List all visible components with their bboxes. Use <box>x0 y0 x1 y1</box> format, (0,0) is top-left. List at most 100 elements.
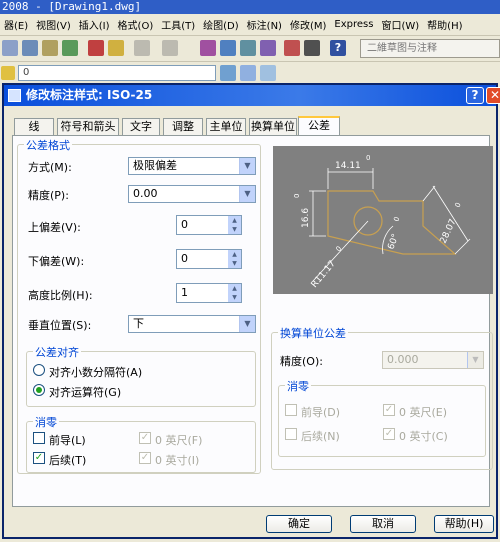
tolerance-alignment-group: 公差对齐 对齐小数分隔符(A) 对齐运算符(G) <box>26 344 256 407</box>
vertical-position-value: 下 <box>133 317 144 330</box>
height-scale-input[interactable]: 1 ▲ ▼ <box>176 283 242 303</box>
cancel-button[interactable]: 取消 <box>350 515 416 533</box>
spin-down-icon[interactable]: ▼ <box>228 225 241 234</box>
dim-radius-text: R11.17 <box>310 259 338 290</box>
tolerance-alignment-title: 公差对齐 <box>33 344 81 360</box>
menu-format[interactable]: 格式(O) <box>114 17 158 32</box>
plot-preview-icon[interactable] <box>42 40 58 56</box>
properties-icon[interactable] <box>220 40 236 56</box>
spin-up-icon[interactable]: ▲ <box>228 284 241 293</box>
tab-text[interactable]: 文字 <box>122 118 160 135</box>
spin-up-icon[interactable]: ▲ <box>228 250 241 259</box>
align-operator-radio[interactable] <box>33 384 45 396</box>
cut-icon[interactable] <box>88 40 104 56</box>
publish-icon[interactable] <box>62 40 78 56</box>
dialog-title-bar[interactable]: 修改标注样式: ISO-25 ? ✕ <box>4 85 500 106</box>
menu-draw[interactable]: 绘图(D) <box>199 17 243 32</box>
alt-feet-checkbox: ✓ <box>383 404 395 416</box>
menu-insert[interactable]: 插入(I) <box>75 17 114 32</box>
spin-down-icon[interactable]: ▼ <box>228 293 241 302</box>
layer-value: 0 <box>23 67 30 78</box>
trailing-checkbox[interactable]: ✓ <box>33 452 45 464</box>
align-operator-label[interactable]: 对齐运算符(G) <box>49 384 121 400</box>
tab-tolerances[interactable]: 公差 <box>298 116 340 136</box>
open-icon[interactable] <box>2 40 18 56</box>
menu-tools[interactable]: 工具(T) <box>157 17 199 32</box>
alt-feet-label: 0 英尺(E) <box>399 406 448 419</box>
layer-previous-icon[interactable] <box>240 65 256 81</box>
method-select[interactable]: 极限偏差 ▼ <box>128 157 256 175</box>
menu-dimension[interactable]: 标注(N) <box>243 17 286 32</box>
leading-checkbox[interactable] <box>33 432 45 444</box>
tab-symbols-arrows[interactable]: 符号和箭头 <box>57 118 119 135</box>
title-close-button[interactable]: ✕ <box>486 87 500 104</box>
workspace-combo[interactable]: 二維草图与注释 <box>360 39 500 58</box>
menu-modify[interactable]: 修改(M) <box>286 17 330 32</box>
alt-leading-checkbox <box>285 404 297 416</box>
layer-manager-icon[interactable] <box>260 65 276 81</box>
height-scale-label: 高度比例(H): <box>28 289 93 302</box>
menu-view[interactable]: 视图(V) <box>32 17 75 32</box>
spin-up-icon[interactable]: ▲ <box>228 216 241 225</box>
app-title-bar: 2008 - [Drawing1.dwg] <box>0 0 500 14</box>
markup-icon[interactable] <box>284 40 300 56</box>
ok-button[interactable]: 确定 <box>266 515 332 533</box>
layer-state-icon <box>1 66 15 80</box>
upper-deviation-label: 上偏差(V): <box>28 221 81 234</box>
chevron-down-icon: ▼ <box>239 186 255 202</box>
dim-left-tol: 0 <box>293 194 301 198</box>
tab-fit[interactable]: 调整 <box>163 118 203 135</box>
tolerances-panel: 公差格式 方式(M): 极限偏差 ▼ 精度(P): 0.00 ▼ 上偏差(V): 0… <box>12 135 493 507</box>
align-decimal-radio[interactable] <box>33 364 45 376</box>
spin-down-icon[interactable]: ▼ <box>228 259 241 268</box>
lower-deviation-value: 0 <box>181 252 188 265</box>
upper-deviation-input[interactable]: 0 ▲ ▼ <box>176 215 242 235</box>
lower-deviation-input[interactable]: 0 ▲ ▼ <box>176 249 242 269</box>
leading-label[interactable]: 前导(L) <box>49 432 86 448</box>
vertical-position-select[interactable]: 下 ▼ <box>128 315 256 333</box>
standard-toolbar: ? 二維草图与注释 <box>0 36 500 62</box>
menu-express[interactable]: Express <box>330 19 377 30</box>
calculator-icon[interactable] <box>304 40 320 56</box>
tab-lines[interactable]: 线 <box>14 118 54 135</box>
design-center-icon[interactable] <box>240 40 256 56</box>
dimension-style-dialog: 修改标注样式: ISO-25 ? ✕ 线 符号和箭头 文字 调整 主单位 换算单… <box>2 83 500 539</box>
height-scale-value: 1 <box>181 286 188 299</box>
tolerance-format-title: 公差格式 <box>24 137 72 153</box>
help-icon[interactable]: ? <box>330 40 346 56</box>
alt-precision-select: 0.000 ▼ <box>382 351 484 369</box>
layer-make-current-icon[interactable] <box>220 65 236 81</box>
lower-deviation-label: 下偏差(W): <box>28 255 85 268</box>
redo-icon[interactable] <box>162 40 178 56</box>
dim-right-tol: 0 <box>454 201 463 208</box>
dialog-title: 修改标注样式: ISO-25 <box>26 88 153 102</box>
trailing-label[interactable]: 后续(T) <box>49 452 86 468</box>
tool-palettes-icon[interactable] <box>260 40 276 56</box>
zero-suppression-title: 消零 <box>33 414 59 430</box>
menu-help[interactable]: 帮助(H) <box>423 17 466 32</box>
tab-alternate-units[interactable]: 换算单位 <box>249 118 297 135</box>
pan-icon[interactable] <box>200 40 216 56</box>
title-help-button[interactable]: ? <box>466 87 484 104</box>
undo-icon[interactable] <box>134 40 150 56</box>
dim-top-text: 14.11 <box>335 161 361 171</box>
upper-deviation-value: 0 <box>181 218 188 231</box>
precision-select[interactable]: 0.00 ▼ <box>128 185 256 203</box>
dim-right-text: 28.07 <box>439 218 459 246</box>
help-button[interactable]: 帮助(H) <box>434 515 494 533</box>
alt-zero-suppression-title: 消零 <box>285 378 311 394</box>
precision-value: 0.00 <box>133 187 158 200</box>
alt-precision-label: 精度(O): <box>280 355 323 368</box>
tab-primary-units[interactable]: 主单位 <box>206 118 246 135</box>
feet-checkbox: ✓ <box>139 432 151 444</box>
menu-window[interactable]: 窗口(W) <box>377 17 423 32</box>
vertical-position-label: 垂直位置(S): <box>28 319 92 332</box>
dim-angle-text: 60° <box>386 233 401 251</box>
menu-edit[interactable]: 器(E) <box>0 17 32 32</box>
alt-inches-label: 0 英寸(C) <box>399 430 448 443</box>
print-icon[interactable] <box>22 40 38 56</box>
match-properties-icon[interactable] <box>108 40 124 56</box>
align-decimal-label[interactable]: 对齐小数分隔符(A) <box>49 364 142 380</box>
layer-combo[interactable]: 0 <box>18 65 216 81</box>
chevron-down-icon: ▼ <box>239 158 255 174</box>
